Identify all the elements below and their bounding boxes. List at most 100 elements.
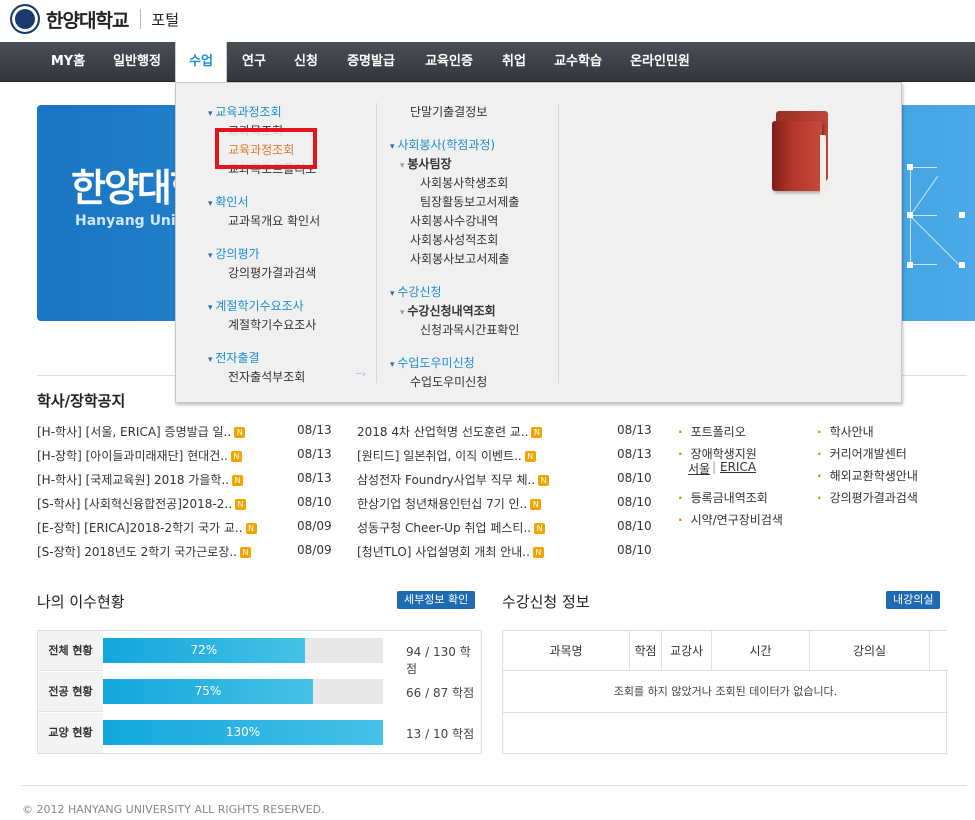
footer-divider <box>22 785 967 786</box>
quick-link-erica[interactable]: ERICA <box>720 460 756 474</box>
nav-item-admin[interactable]: 일반행정 <box>100 42 174 82</box>
job-date: 08/10 <box>617 543 652 557</box>
nav-item-apply[interactable]: 신청 <box>284 42 328 82</box>
dd-item-curriculum-search[interactable]: 교육과정조회 <box>228 141 294 158</box>
quick-link-seoul[interactable]: 서울 <box>688 460 710 477</box>
new-badge-icon: N <box>531 427 543 438</box>
university-logo[interactable]: 한양대학교 포털 <box>10 4 179 34</box>
progress-title: 나의 이수현황 <box>37 593 125 611</box>
quick-link-tuition[interactable]: 등록금내역조회 <box>678 489 768 506</box>
job-date: 08/10 <box>617 495 652 509</box>
nav-item-certificate[interactable]: 증명발급 <box>336 42 406 82</box>
job-item[interactable]: 성동구청 Cheer-Up 취업 페스티.. N <box>357 519 546 536</box>
highlighted-curriculum-item[interactable]: 교육과정조회 <box>215 128 317 169</box>
progress-fill: 130% <box>103 720 383 745</box>
job-date: 08/13 <box>617 447 652 461</box>
dotted-arrow-icon: ┄› <box>356 369 367 380</box>
progress-fill: 72% <box>103 638 305 663</box>
dd-group-team-leader[interactable]: 봉사팀장 <box>400 155 451 172</box>
dd-cat-e-attendance[interactable]: 전자출결 <box>208 349 259 366</box>
dd-cat-lecture-eval[interactable]: 강의평가 <box>208 245 259 262</box>
progress-table: 전체 현황 72% 94 / 130 학점 전공 현황 75% 66 / 87 … <box>37 630 482 754</box>
col-header-time: 시간 <box>712 631 810 671</box>
detail-info-button[interactable]: 세부정보 확인 <box>397 591 476 609</box>
col-header-instructor: 교강사 <box>662 631 712 671</box>
dd-divider <box>558 103 559 383</box>
col-header-course: 과목명 <box>503 631 630 671</box>
dd-item-service-grade[interactable]: 사회봉사성적조회 <box>410 231 498 248</box>
notice-item[interactable]: [H-학사] [서울, ERICA] 증명발급 일.. N <box>37 423 246 440</box>
logo-text: 한양대학교 <box>46 9 129 32</box>
banner-subtitle: Hanyang Univ <box>75 213 185 229</box>
quick-link-academic-info[interactable]: 학사안내 <box>817 423 874 440</box>
notice-item[interactable]: [H-학사] [국제교육원] 2018 가을학.. N <box>37 471 244 488</box>
notice-date: 08/09 <box>297 543 332 557</box>
dd-item-service-report[interactable]: 사회봉사보고서제출 <box>410 250 509 267</box>
nav-item-myhome[interactable]: MY홈 <box>38 42 98 82</box>
my-lecture-room-button[interactable]: 내강의실 <box>886 591 941 609</box>
new-badge-icon: N <box>230 451 242 462</box>
dd-cat-class-helper[interactable]: 수업도우미신청 <box>390 354 474 371</box>
dd-cat-seasonal[interactable]: 계절학기수요조사 <box>208 297 303 314</box>
footer-copyright: © 2012 HANYANG UNIVERSITY ALL RIGHTS RES… <box>22 803 325 816</box>
notice-item[interactable]: [H-장학] [아이들과미래재단] 현대건.. N <box>37 447 242 464</box>
emblem-icon <box>10 4 40 34</box>
course-info-title: 수강신청 정보 <box>502 593 590 611</box>
dd-item-terminal-attendance[interactable]: 단말기출결정보 <box>410 103 487 120</box>
dd-divider <box>376 103 377 383</box>
job-item[interactable]: [청년TLO] 사업설명회 개최 안내.. N <box>357 543 544 560</box>
new-badge-icon: N <box>234 427 246 438</box>
dd-item-team-report[interactable]: 팀장활동보고서제출 <box>420 193 519 210</box>
dd-cat-curriculum[interactable]: 교육과정조회 <box>208 103 281 120</box>
dd-item-service-student[interactable]: 사회봉사학생조회 <box>420 174 508 191</box>
dd-cat-registration[interactable]: 수강신청 <box>390 283 441 300</box>
dd-item-course-outline[interactable]: 교과목개요 확인서 <box>228 212 320 229</box>
progress-value-liberal: 13 / 10 학점 <box>406 727 475 741</box>
dd-group-registration-history[interactable]: 수강신청내역조회 <box>400 302 495 319</box>
quick-link-career[interactable]: 커리어개발센터 <box>817 445 907 462</box>
nav-item-employment[interactable]: 취업 <box>492 42 536 82</box>
quick-link-exchange[interactable]: 해외교환학생안내 <box>817 467 918 484</box>
class-dropdown-menu: 교육과정조회 교과목조회 교과목포트폴리오 교육과정조회 확인서 교과목개요 확… <box>175 82 902 403</box>
progress-value-total: 94 / 130 학점 <box>406 645 471 676</box>
quick-link-reagent[interactable]: 시약/연구장비검색 <box>678 511 783 528</box>
progress-label-total: 전체 현황 <box>38 631 103 671</box>
dd-item-seasonal-survey[interactable]: 계절학기수요조사 <box>228 316 316 333</box>
col-header-room: 강의실 <box>810 631 930 671</box>
book-icon <box>772 111 828 197</box>
progress-label-liberal: 교양 현황 <box>38 713 103 753</box>
job-item[interactable]: 삼성전자 Foundry사업부 직무 체.. N <box>357 471 550 488</box>
new-badge-icon: N <box>240 547 251 558</box>
dd-item-lecture-eval-result[interactable]: 강의평가결과검색 <box>228 264 316 281</box>
job-date: 08/10 <box>617 471 652 485</box>
progress-fill: 75% <box>103 679 313 704</box>
dd-item-class-helper[interactable]: 수업도우미신청 <box>410 373 487 390</box>
quick-link-portfolio[interactable]: 포트폴리오 <box>678 423 746 440</box>
nav-item-teaching[interactable]: 교수학습 <box>543 42 613 82</box>
job-item[interactable]: 2018 4차 산업혁명 선도훈련 교.. N <box>357 423 543 440</box>
nav-item-edu-cert[interactable]: 교육인증 <box>414 42 484 82</box>
col-header-credit: 학점 <box>630 631 662 671</box>
job-item[interactable]: 한상기업 청년채용인턴십 7기 인.. N <box>357 495 542 512</box>
job-date: 08/13 <box>617 423 652 437</box>
nav-item-research[interactable]: 연구 <box>232 42 276 82</box>
new-badge-icon: N <box>232 475 244 486</box>
quick-link-lecture-eval[interactable]: 강의평가결과검색 <box>817 489 918 506</box>
job-item[interactable]: [원티드] 일본취업, 이직 이벤트.. N <box>357 447 536 464</box>
progress-bar-major: 75% <box>103 679 383 704</box>
notice-item[interactable]: [S-장학] 2018년도 2학기 국가근로장.. N <box>37 543 251 560</box>
course-table: 과목명 학점 교강사 시간 강의실 조회를 하지 않았거나 조회된 데이터가 없… <box>502 630 948 754</box>
nav-item-class[interactable]: 수업 <box>175 42 227 82</box>
notice-item[interactable]: [S-학사] [사회혁신융합전공]2018-2.. N <box>37 495 247 512</box>
dd-cat-confirmation[interactable]: 확인서 <box>208 193 248 210</box>
new-badge-icon: N <box>245 523 257 534</box>
nav-item-online-civil[interactable]: 온라인민원 <box>621 42 699 82</box>
logo-divider <box>140 9 142 29</box>
dd-item-attendance-book[interactable]: 전자출석부조회 <box>228 368 305 385</box>
dd-item-service-history[interactable]: 사회봉사수강내역 <box>410 212 498 229</box>
notice-item[interactable]: [E-장학] [ERICA]2018-2학기 국가 교.. N <box>37 519 257 536</box>
dd-item-timetable[interactable]: 신청과목시간표확인 <box>420 321 519 338</box>
dd-cat-social-service[interactable]: 사회봉사(학점과정) <box>390 136 495 153</box>
notice-date: 08/13 <box>297 423 332 437</box>
new-badge-icon: N <box>538 475 550 486</box>
